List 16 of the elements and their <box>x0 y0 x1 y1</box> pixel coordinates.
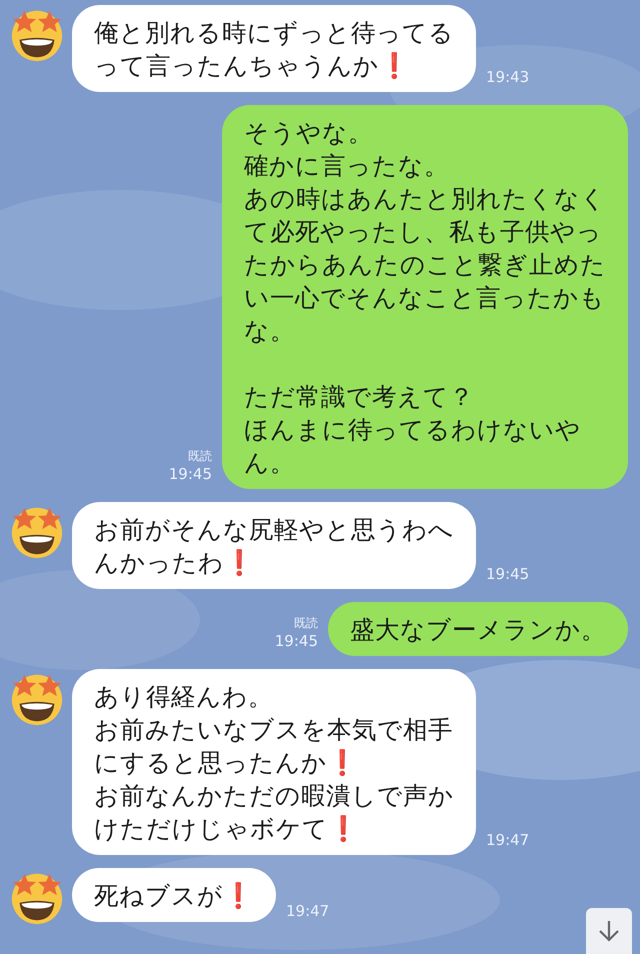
message-text: あり得経んわ。 お前みたいなブスを本気で相手 にすると思ったんか❗ お前なんかただの暇潰しで声か けただけじゃボケて❗ <box>94 681 454 845</box>
message-text: お前がそんな尻軽やと思うわへ んかったわ❗ <box>94 514 454 579</box>
message-text: 盛大なブーメランか。 <box>350 614 606 646</box>
read-receipt: 既読 <box>188 448 212 465</box>
message-time: 19:43 <box>486 68 530 86</box>
message-time: 19:47 <box>286 902 330 920</box>
message-time: 19:45 <box>168 465 212 483</box>
message-time: 19:45 <box>274 632 318 650</box>
down-arrow-icon <box>596 918 622 944</box>
scroll-down-button[interactable] <box>586 908 632 954</box>
message-text: そうやな。 確かに言ったな。 あの時はあんたと別れたくなく て必死やったし、私も子供やっ たからあんたのこと繋ぎ止めた い一心でそんなこと言ったかも な。 ただ常識で考えて？ ほんまに待ってるわけないや ん。 <box>244 117 606 479</box>
message-text: 俺と別れる時にずっと待ってる って言ったんちゃうんか❗ <box>94 17 454 82</box>
read-receipt: 既読 <box>294 615 318 632</box>
message-time: 19:47 <box>486 831 530 849</box>
message-time: 19:45 <box>486 565 530 583</box>
message-text: 死ねブスが❗ <box>94 880 254 912</box>
